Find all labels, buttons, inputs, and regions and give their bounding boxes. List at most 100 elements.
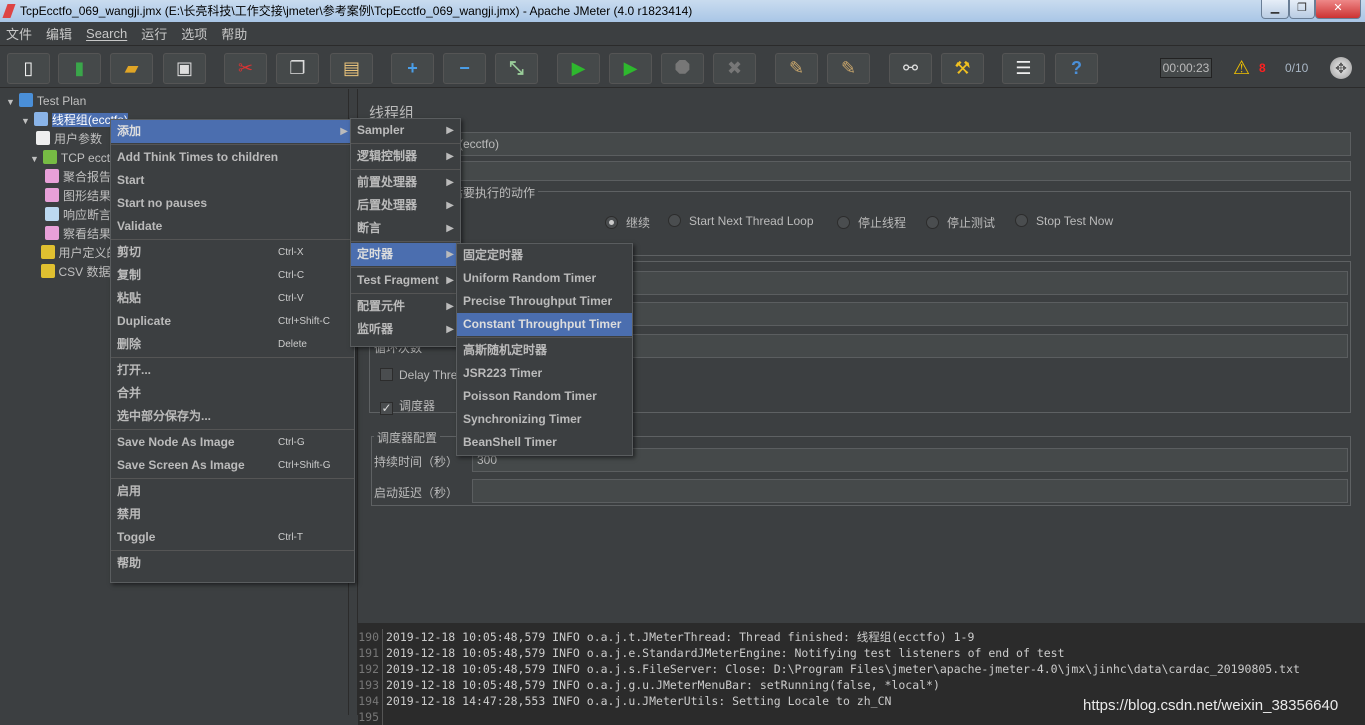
- expand-button[interactable]: +: [391, 53, 434, 84]
- menu-item-item[interactable]: 禁用: [111, 503, 354, 526]
- tree-node[interactable]: 用户参数: [36, 130, 102, 148]
- menu-item-item[interactable]: 打开...: [111, 359, 354, 382]
- menu-item-test-fragment[interactable]: Test Fragment ▶: [351, 269, 460, 292]
- menu-item-synchronizing-timer[interactable]: Synchronizing Timer: [457, 408, 632, 431]
- menu-item-poisson-random-timer[interactable]: Poisson Random Timer: [457, 385, 632, 408]
- menu-item-item[interactable]: 选中部分保存为...: [111, 405, 354, 428]
- tree-node[interactable]: 图形结果: [45, 187, 111, 205]
- expand-arrow-icon[interactable]: ▼: [6, 97, 15, 107]
- menu-item-label: 禁用: [117, 507, 142, 521]
- comment-input[interactable]: [418, 161, 1351, 181]
- restore-button[interactable]: ❐: [1289, 0, 1315, 19]
- menu-options[interactable]: 选项: [181, 24, 207, 43]
- menu-item-duplicate[interactable]: Duplicate Ctrl+Shift-C: [111, 310, 354, 333]
- name-input[interactable]: 线程组(ecctfo): [418, 132, 1351, 156]
- startup-delay-input[interactable]: [472, 479, 1348, 503]
- menu-item-item[interactable]: 启用: [111, 480, 354, 503]
- menu-item-sampler[interactable]: Sampler ▶: [351, 119, 460, 142]
- radio-stop-thread[interactable]: 停止线程: [837, 214, 906, 231]
- menu-item-item[interactable]: 固定定时器: [457, 244, 632, 267]
- tree-node[interactable]: 聚合报告: [45, 168, 111, 186]
- menu-item-uniform-random-timer[interactable]: Uniform Random Timer: [457, 267, 632, 290]
- toggle-button[interactable]: ⤡: [495, 53, 538, 84]
- expand-arrow-icon[interactable]: ▼: [21, 116, 30, 126]
- tree-node[interactable]: ▼ Test Plan: [6, 92, 86, 110]
- menu-item-item[interactable]: 监听器 ▶: [351, 318, 460, 341]
- radio-continue[interactable]: 继续: [605, 214, 650, 231]
- close-button[interactable]: ✕: [1315, 0, 1361, 19]
- radio-start-next-loop[interactable]: Start Next Thread Loop: [668, 214, 814, 228]
- menu-item-jsr223-timer[interactable]: JSR223 Timer: [457, 362, 632, 385]
- open-button[interactable]: ▰: [110, 53, 153, 84]
- menu-run[interactable]: 运行: [141, 24, 167, 43]
- menu-item-item[interactable]: 帮助: [111, 552, 354, 575]
- menu-item-item[interactable]: 合并: [111, 382, 354, 405]
- menu-item-item[interactable]: 剪切 Ctrl-X: [111, 241, 354, 264]
- paste-button[interactable]: ▤: [330, 53, 373, 84]
- new-button[interactable]: ▯: [7, 53, 50, 84]
- stop-button[interactable]: ⯃: [661, 53, 704, 84]
- menu-item-toggle[interactable]: Toggle Ctrl-T: [111, 526, 354, 549]
- menu-item-validate[interactable]: Validate: [111, 215, 354, 238]
- radio-stop-test[interactable]: 停止测试: [926, 214, 995, 231]
- menu-item-label: 监听器: [357, 322, 394, 336]
- checkbox[interactable]: [380, 368, 393, 381]
- menu-item-item[interactable]: 定时器 ▶: [351, 243, 460, 266]
- menu-item-item[interactable]: 配置元件 ▶: [351, 295, 460, 318]
- menu-item-item[interactable]: 删除 Delete: [111, 333, 354, 356]
- menu-separator: [111, 239, 354, 240]
- radio-button[interactable]: [1015, 214, 1028, 227]
- tree-node[interactable]: 响应断言: [45, 206, 111, 224]
- reset-search-button[interactable]: ⚒: [941, 53, 984, 84]
- checkbox-checked[interactable]: ✓: [380, 402, 393, 415]
- menu-item-add-think-times-to-children[interactable]: Add Think Times to children: [111, 146, 354, 169]
- save-button[interactable]: ▣: [163, 53, 206, 84]
- clear-all-button[interactable]: ✎: [827, 53, 870, 84]
- minimize-button[interactable]: ▁: [1261, 0, 1289, 19]
- submenu-arrow-icon: ▶: [340, 126, 348, 137]
- menu-search[interactable]: Search: [86, 26, 127, 41]
- menu-item-start[interactable]: Start: [111, 169, 354, 192]
- copy-button[interactable]: ❐: [276, 53, 319, 84]
- tree-node[interactable]: ▼ TCP ecctfo: [30, 149, 120, 167]
- menu-separator: [351, 293, 460, 294]
- radio-stop-test-now[interactable]: Stop Test Now: [1015, 214, 1113, 228]
- menu-item-item[interactable]: 粘贴 Ctrl-V: [111, 287, 354, 310]
- remote-engines-icon[interactable]: ✥: [1330, 57, 1352, 79]
- menu-item-item[interactable]: 复制 Ctrl-C: [111, 264, 354, 287]
- menu-item-constant-throughput-timer[interactable]: Constant Throughput Timer: [457, 313, 632, 336]
- scheduler-checkbox[interactable]: ✓ 调度器: [380, 397, 435, 415]
- menu-item-item[interactable]: 添加 ▶: [111, 120, 354, 143]
- cut-button[interactable]: ✂: [224, 53, 267, 84]
- warning-count[interactable]: 8: [1259, 61, 1266, 75]
- menu-item-save-screen-as-image[interactable]: Save Screen As Image Ctrl+Shift-G: [111, 454, 354, 477]
- menu-file[interactable]: 文件: [6, 24, 32, 43]
- menu-item-start-no-pauses[interactable]: Start no pauses: [111, 192, 354, 215]
- menu-item-item[interactable]: 前置处理器 ▶: [351, 171, 460, 194]
- menu-edit[interactable]: 编辑: [46, 24, 72, 43]
- start-no-pauses-button[interactable]: ▶: [609, 53, 652, 84]
- start-button[interactable]: ▶: [557, 53, 600, 84]
- shutdown-button[interactable]: ✖: [713, 53, 756, 84]
- radio-button[interactable]: [837, 216, 850, 229]
- menu-item-item[interactable]: 逻辑控制器 ▶: [351, 145, 460, 168]
- menu-item-item[interactable]: 高斯随机定时器: [457, 339, 632, 362]
- warning-icon[interactable]: ⚠: [1233, 57, 1250, 80]
- submenu-arrow-icon: ▶: [446, 125, 454, 136]
- menu-item-precise-throughput-timer[interactable]: Precise Throughput Timer: [457, 290, 632, 313]
- collapse-button[interactable]: −: [443, 53, 486, 84]
- radio-button[interactable]: [668, 214, 681, 227]
- radio-button[interactable]: [605, 216, 618, 229]
- radio-button[interactable]: [926, 216, 939, 229]
- clear-button[interactable]: ✎: [775, 53, 818, 84]
- templates-button[interactable]: ▮: [58, 53, 101, 84]
- menu-item-beanshell-timer[interactable]: BeanShell Timer: [457, 431, 632, 454]
- function-helper-button[interactable]: ☰: [1002, 53, 1045, 84]
- help-button[interactable]: ?: [1055, 53, 1098, 84]
- menu-item-item[interactable]: 断言 ▶: [351, 217, 460, 240]
- search-button[interactable]: ⚯: [889, 53, 932, 84]
- expand-arrow-icon[interactable]: ▼: [30, 154, 39, 164]
- menu-item-item[interactable]: 后置处理器 ▶: [351, 194, 460, 217]
- menu-help[interactable]: 帮助: [221, 24, 247, 43]
- menu-item-save-node-as-image[interactable]: Save Node As Image Ctrl-G: [111, 431, 354, 454]
